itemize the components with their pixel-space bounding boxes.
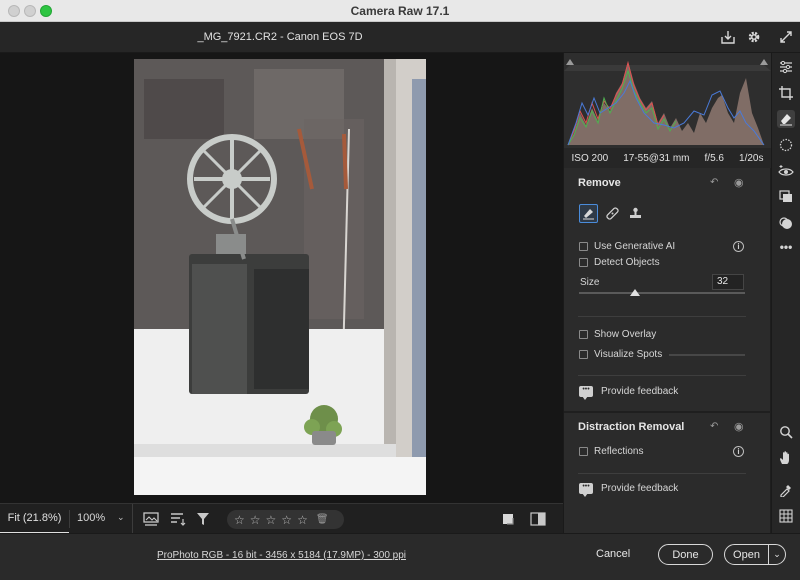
- crop-icon[interactable]: [777, 84, 795, 102]
- crop-preview-icon[interactable]: [500, 511, 516, 527]
- clone-stamp-icon[interactable]: [626, 204, 645, 223]
- aperture-value: f/5.6: [704, 152, 724, 164]
- size-slider-track[interactable]: [579, 292, 745, 294]
- done-button[interactable]: Done: [658, 544, 713, 565]
- feedback-label: Provide feedback: [601, 483, 679, 494]
- visibility-icon[interactable]: ◉: [734, 420, 744, 433]
- shutter-value: 1/20s: [739, 152, 764, 164]
- generative-ai-checkbox[interactable]: [579, 242, 588, 251]
- window-title: Camera Raw 17.1: [350, 4, 450, 18]
- image-canvas[interactable]: [0, 53, 563, 503]
- divider: [69, 510, 70, 528]
- workflow-options-link[interactable]: ProPhoto RGB - 16 bit - 3456 x 5184 (17.…: [0, 550, 563, 561]
- filter-icon[interactable]: [195, 511, 211, 527]
- eyedropper-icon[interactable]: [777, 481, 795, 499]
- chevron-down-icon[interactable]: ⌄: [117, 512, 125, 523]
- visualize-spots-checkbox[interactable]: [579, 350, 588, 359]
- feedback-icon: •••: [579, 483, 593, 497]
- star-3-icon[interactable]: ☆: [266, 514, 277, 526]
- star-2-icon[interactable]: ☆: [250, 514, 261, 526]
- camera-info: ISO 200 17-55@31 mm f/5.6 1/20s: [564, 148, 771, 168]
- heal-tool-icon[interactable]: [603, 204, 622, 223]
- provide-feedback-distraction[interactable]: ••• Provide feedback: [579, 483, 679, 497]
- divider: [132, 504, 133, 534]
- remove-title: Remove: [578, 177, 621, 189]
- hand-icon[interactable]: [777, 449, 795, 467]
- canvas-toolbar: Fit (21.8%) 100% ⌄ ☆ ☆ ☆ ☆ ☆ 🗑: [0, 503, 563, 534]
- open-button-label[interactable]: Open: [725, 549, 768, 561]
- reset-icon[interactable]: ↶: [710, 421, 718, 432]
- zoom-fit-button[interactable]: Fit (21.8%): [0, 504, 69, 534]
- show-overlay-label: Show Overlay: [594, 329, 657, 340]
- trash-icon[interactable]: 🗑: [316, 514, 329, 525]
- eraser-icon[interactable]: [777, 110, 795, 128]
- detect-objects-checkbox[interactable]: [579, 258, 588, 267]
- iso-value: ISO 200: [571, 152, 609, 164]
- visibility-icon[interactable]: ◉: [734, 176, 744, 189]
- mask-icon[interactable]: [777, 136, 795, 154]
- zoom-icon[interactable]: [777, 423, 795, 441]
- star-4-icon[interactable]: ☆: [281, 514, 292, 526]
- photo-preview: [134, 59, 426, 495]
- distraction-removal-title: Distraction Removal: [578, 421, 685, 433]
- detect-objects-label: Detect Objects: [594, 257, 660, 268]
- star-rating: ☆ ☆ ☆ ☆ ☆ 🗑: [227, 510, 344, 529]
- file-title: _MG_7921.CR2 - Canon EOS 7D: [197, 31, 363, 43]
- title-bar: Camera Raw 17.1: [0, 0, 800, 22]
- filmstrip-icon[interactable]: [143, 511, 159, 527]
- star-1-icon[interactable]: ☆: [234, 514, 245, 526]
- feedback-icon: •••: [579, 386, 593, 400]
- more-icon[interactable]: •••: [777, 238, 795, 256]
- feedback-label: Provide feedback: [601, 386, 679, 397]
- reflections-checkbox[interactable]: [579, 447, 588, 456]
- size-label: Size: [580, 277, 600, 288]
- section-separator: [564, 411, 771, 413]
- reflections-label: Reflections: [594, 446, 644, 457]
- header: _MG_7921.CR2 - Canon EOS 7D: [0, 22, 800, 53]
- size-slider-thumb[interactable]: [630, 289, 641, 296]
- size-input[interactable]: 32: [712, 274, 744, 290]
- generative-ai-label: Use Generative AI: [594, 241, 676, 252]
- zoom-100-button[interactable]: 100%: [77, 512, 105, 524]
- divider: [578, 375, 746, 376]
- histogram: [564, 53, 771, 148]
- edit-panel: ISO 200 17-55@31 mm f/5.6 1/20s Remove ↶…: [563, 53, 771, 533]
- reset-icon[interactable]: ↶: [710, 177, 718, 188]
- divider: [578, 473, 746, 474]
- redeye-icon[interactable]: [777, 162, 795, 180]
- presets-icon[interactable]: [777, 188, 795, 206]
- cancel-button[interactable]: Cancel: [596, 548, 630, 560]
- divider: [578, 316, 746, 317]
- tool-strip: •••: [771, 53, 800, 533]
- show-overlay-checkbox[interactable]: [579, 330, 588, 339]
- grid-icon[interactable]: [777, 507, 795, 525]
- star-5-icon[interactable]: ☆: [297, 514, 308, 526]
- lens-value: 17-55@31 mm: [623, 152, 690, 164]
- sort-icon[interactable]: [170, 511, 186, 527]
- expand-icon[interactable]: [777, 28, 795, 46]
- info-icon[interactable]: i: [733, 241, 744, 252]
- visualize-spots-label: Visualize Spots: [594, 349, 663, 360]
- provide-feedback-remove[interactable]: ••• Provide feedback: [579, 386, 679, 400]
- remove-brush-tool[interactable]: [579, 204, 598, 223]
- footer: ProPhoto RGB - 16 bit - 3456 x 5184 (17.…: [0, 533, 800, 580]
- sliders-icon[interactable]: [777, 58, 795, 76]
- open-button[interactable]: Open ⌄: [724, 544, 786, 565]
- chevron-down-icon[interactable]: ⌄: [769, 549, 785, 560]
- save-icon[interactable]: [719, 28, 737, 46]
- before-after-icon[interactable]: [530, 511, 546, 527]
- visualize-spots-slider[interactable]: [669, 354, 745, 356]
- snapshots-icon[interactable]: [777, 214, 795, 232]
- gear-icon[interactable]: [745, 28, 763, 46]
- info-icon[interactable]: i: [733, 446, 744, 457]
